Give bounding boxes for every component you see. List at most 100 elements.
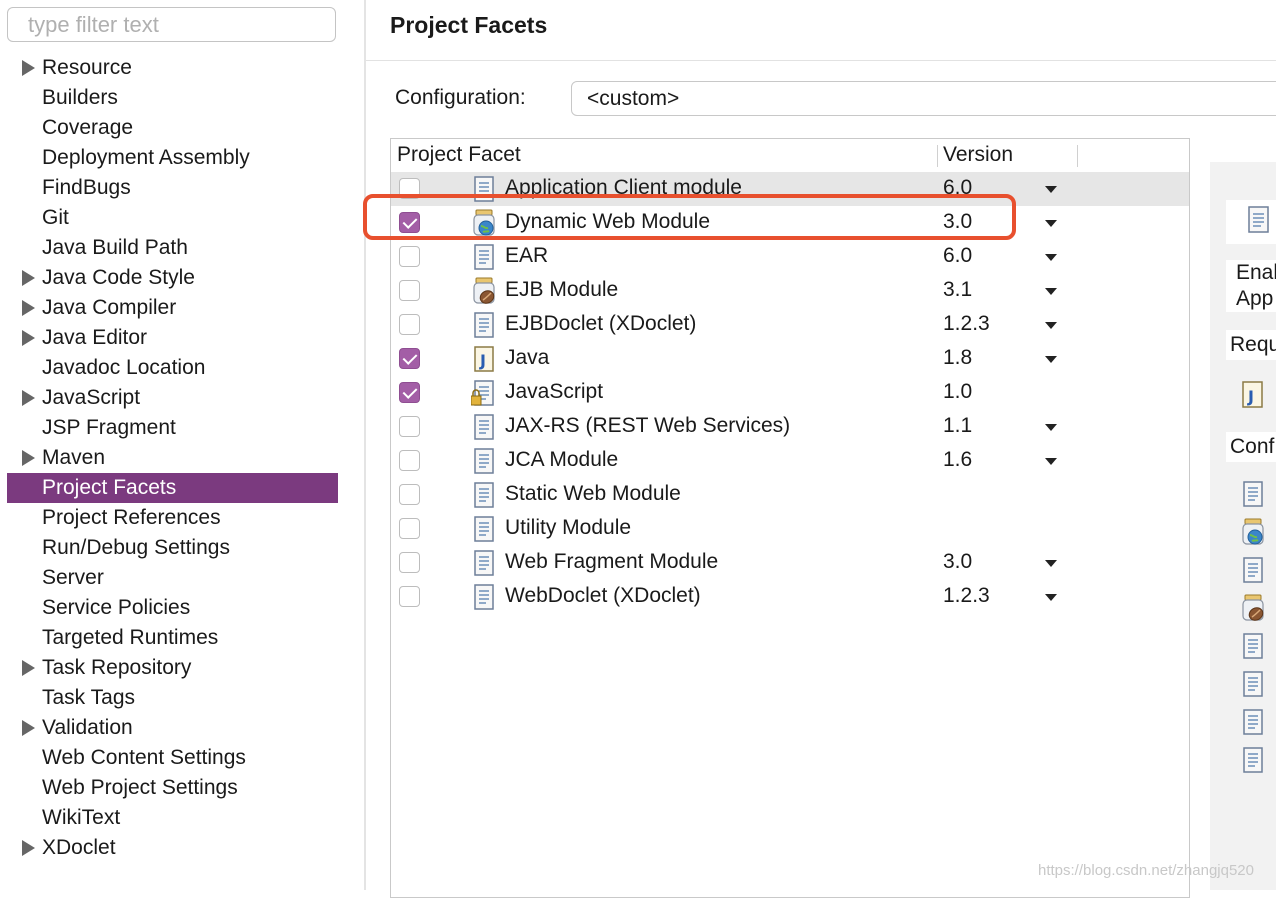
facet-checkbox[interactable] — [399, 450, 420, 471]
facet-checkbox[interactable] — [399, 518, 420, 539]
tree-item-java-editor[interactable]: Java Editor — [0, 323, 364, 353]
column-header-version[interactable]: Version — [943, 143, 1013, 167]
table-row[interactable]: WebDoclet (XDoclet) 1.2.3 — [391, 580, 1189, 614]
facet-checkbox[interactable] — [399, 586, 420, 607]
tree-item-label: Server — [42, 566, 104, 589]
expand-arrow-icon[interactable] — [22, 840, 35, 856]
tree-item-task-tags[interactable]: Task Tags — [0, 683, 364, 713]
table-row[interactable]: J Java 1.8 — [391, 342, 1189, 376]
tree-item-java-code-style[interactable]: Java Code Style — [0, 263, 364, 293]
facet-name: Static Web Module — [505, 482, 681, 505]
facet-version[interactable]: 1.0 — [943, 380, 972, 404]
tree-item-label: FindBugs — [42, 176, 131, 199]
version-dropdown-icon[interactable] — [1045, 254, 1057, 261]
tree-item-builders[interactable]: Builders — [0, 83, 364, 113]
table-row[interactable]: Static Web Module — [391, 478, 1189, 512]
tree-item-javadoc-location[interactable]: Javadoc Location — [0, 353, 364, 383]
tree-item-label: Java Build Path — [42, 236, 188, 259]
facet-version[interactable]: 1.2.3 — [943, 584, 990, 608]
table-row[interactable]: JAX-RS (REST Web Services) 1.1 — [391, 410, 1189, 444]
version-dropdown-icon[interactable] — [1045, 424, 1057, 431]
tree-item-run-debug-settings[interactable]: Run/Debug Settings — [0, 533, 364, 563]
expand-arrow-icon[interactable] — [22, 300, 35, 316]
document-icon — [474, 550, 494, 576]
facet-checkbox[interactable] — [399, 416, 420, 437]
tree-item-project-facets[interactable]: Project Facets — [7, 473, 338, 503]
document-icon — [474, 414, 494, 440]
tree-item-server[interactable]: Server — [0, 563, 364, 593]
tree-item-task-repository[interactable]: Task Repository — [0, 653, 364, 683]
facet-name: Utility Module — [505, 516, 632, 539]
tree-item-web-content-settings[interactable]: Web Content Settings — [0, 743, 364, 773]
sidebar-splitter[interactable] — [364, 0, 366, 890]
tree-item-jsp-fragment[interactable]: JSP Fragment — [0, 413, 364, 443]
tree-item-label: Validation — [42, 716, 133, 739]
facet-version[interactable]: 1.2.3 — [943, 312, 990, 336]
facet-checkbox[interactable] — [399, 348, 420, 369]
table-row[interactable]: JavaScript 1.0 — [391, 376, 1189, 410]
tree-item-project-references[interactable]: Project References — [0, 503, 364, 533]
tree-item-xdoclet[interactable]: XDoclet — [0, 833, 364, 863]
version-dropdown-icon[interactable] — [1045, 220, 1057, 227]
version-dropdown-icon[interactable] — [1045, 594, 1057, 601]
table-row[interactable]: EAR 6.0 — [391, 240, 1189, 274]
table-row[interactable]: Utility Module — [391, 512, 1189, 546]
tree-item-coverage[interactable]: Coverage — [0, 113, 364, 143]
tree-item-java-build-path[interactable]: Java Build Path — [0, 233, 364, 263]
tree-item-validation[interactable]: Validation — [0, 713, 364, 743]
column-header-project-facet[interactable]: Project Facet — [397, 143, 521, 167]
expand-arrow-icon[interactable] — [22, 450, 35, 466]
tree-item-javascript[interactable]: JavaScript — [0, 383, 364, 413]
version-dropdown-icon[interactable] — [1045, 322, 1057, 329]
version-dropdown-icon[interactable] — [1045, 560, 1057, 567]
tree-item-deployment-assembly[interactable]: Deployment Assembly — [0, 143, 364, 173]
facet-version[interactable]: 3.1 — [943, 278, 972, 302]
facet-version[interactable]: 3.0 — [943, 550, 972, 574]
details-description-line: Enal — [1236, 261, 1276, 284]
version-dropdown-icon[interactable] — [1045, 186, 1057, 193]
table-row[interactable]: EJBDoclet (XDoclet) 1.2.3 — [391, 308, 1189, 342]
facet-version[interactable]: 6.0 — [943, 244, 972, 268]
details-description-line: App — [1236, 287, 1274, 310]
expand-arrow-icon[interactable] — [22, 720, 35, 736]
filter-input[interactable]: type filter text — [7, 7, 336, 42]
column-separator[interactable] — [937, 145, 938, 167]
tree-item-resource[interactable]: Resource — [0, 53, 364, 83]
tree-item-targeted-runtimes[interactable]: Targeted Runtimes — [0, 623, 364, 653]
facet-checkbox[interactable] — [399, 314, 420, 335]
tree-item-java-compiler[interactable]: Java Compiler — [0, 293, 364, 323]
facet-checkbox[interactable] — [399, 484, 420, 505]
tree-item-service-policies[interactable]: Service Policies — [0, 593, 364, 623]
column-separator[interactable] — [1077, 145, 1078, 167]
tree-item-git[interactable]: Git — [0, 203, 364, 233]
facet-checkbox[interactable] — [399, 280, 420, 301]
tree-item-web-project-settings[interactable]: Web Project Settings — [0, 773, 364, 803]
table-row[interactable]: JCA Module 1.6 — [391, 444, 1189, 478]
expand-arrow-icon[interactable] — [22, 270, 35, 286]
version-dropdown-icon[interactable] — [1045, 458, 1057, 465]
facet-version[interactable]: 1.8 — [943, 346, 972, 370]
ejb-bean-jar-icon — [1242, 594, 1264, 621]
facet-version[interactable]: 1.6 — [943, 448, 972, 472]
document-icon — [474, 482, 494, 508]
expand-arrow-icon[interactable] — [22, 330, 35, 346]
tree-item-label: Targeted Runtimes — [42, 626, 219, 649]
facet-version[interactable]: 1.1 — [943, 414, 972, 438]
facet-checkbox[interactable] — [399, 552, 420, 573]
document-icon — [1243, 633, 1263, 659]
expand-arrow-icon[interactable] — [22, 660, 35, 676]
table-header: Project Facet Version — [391, 139, 1189, 172]
configuration-select[interactable]: <custom> — [571, 81, 1276, 116]
tree-item-findbugs[interactable]: FindBugs — [0, 173, 364, 203]
version-dropdown-icon[interactable] — [1045, 288, 1057, 295]
table-row[interactable]: EJB Module 3.1 — [391, 274, 1189, 308]
facet-checkbox[interactable] — [399, 246, 420, 267]
tree-item-label: Run/Debug Settings — [42, 536, 230, 559]
expand-arrow-icon[interactable] — [22, 390, 35, 406]
tree-item-wikitext[interactable]: WikiText — [0, 803, 364, 833]
table-row[interactable]: Web Fragment Module 3.0 — [391, 546, 1189, 580]
expand-arrow-icon[interactable] — [22, 60, 35, 76]
tree-item-maven[interactable]: Maven — [0, 443, 364, 473]
facet-checkbox[interactable] — [399, 382, 420, 403]
version-dropdown-icon[interactable] — [1045, 356, 1057, 363]
